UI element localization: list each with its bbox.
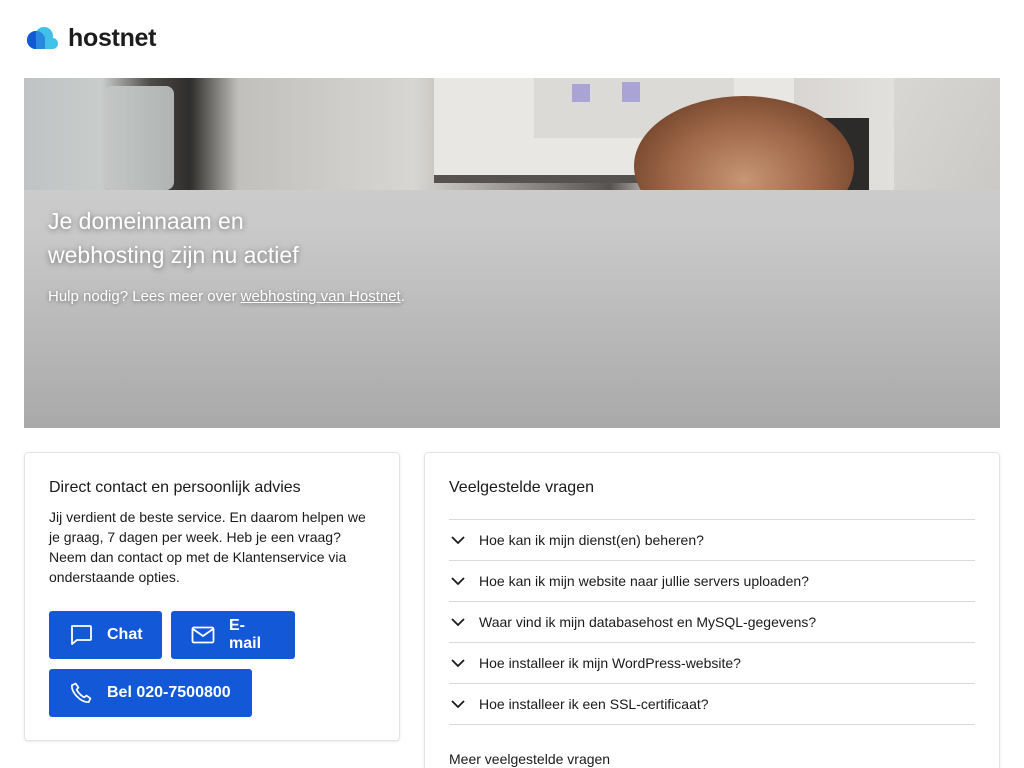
chat-button[interactable]: Chat xyxy=(49,611,162,659)
phone-icon xyxy=(70,682,92,704)
more-faq-link[interactable]: Meer veelgestelde vragen xyxy=(449,751,975,767)
chevron-down-icon xyxy=(449,695,467,713)
chevron-down-icon xyxy=(449,572,467,590)
email-label: E-mail xyxy=(229,617,262,652)
call-button[interactable]: Bel 020-7500800 xyxy=(49,669,252,717)
faq-item-label: Waar vind ik mijn databasehost en MySQL-… xyxy=(479,614,817,630)
faq-item-label: Hoe kan ik mijn dienst(en) beheren? xyxy=(479,532,704,548)
chevron-down-icon xyxy=(449,654,467,672)
brand-name[interactable]: hostnet xyxy=(68,24,156,53)
faq-item-label: Hoe kan ik mijn website naar jullie serv… xyxy=(479,573,809,589)
faq-card: Veelgestelde vragen Hoe kan ik mijn dien… xyxy=(424,452,1000,768)
hero-title-line1: Je domeinnaam en xyxy=(48,208,244,234)
hero-photo xyxy=(24,78,1000,190)
contact-card: Direct contact en persoonlijk advies Jij… xyxy=(24,452,400,741)
contact-title: Direct contact en persoonlijk advies xyxy=(49,479,301,496)
site-header: hostnet xyxy=(24,22,156,54)
faq-item-label: Hoe installeer ik een SSL-certificaat? xyxy=(479,696,709,712)
hero-title: Je domeinnaam en webhosting zijn nu acti… xyxy=(48,204,368,272)
faq-item[interactable]: Hoe kan ik mijn website naar jullie serv… xyxy=(449,561,975,602)
chevron-down-icon xyxy=(449,613,467,631)
hero-title-line2: webhosting zijn nu actief xyxy=(48,242,299,268)
faq-item[interactable]: Hoe installeer ik een SSL-certificaat? xyxy=(449,684,975,725)
chat-bubble-icon xyxy=(71,625,92,645)
contact-body: Jij verdient de beste service. En daarom… xyxy=(49,509,366,585)
hero-subtitle: Hulp nodig? Lees meer over webhosting va… xyxy=(48,288,405,305)
chevron-down-icon xyxy=(449,531,467,549)
webhosting-link[interactable]: webhosting van Hostnet xyxy=(241,288,401,305)
contact-buttons: Chat E-mail xyxy=(49,611,375,659)
hero-banner: Je domeinnaam en webhosting zijn nu acti… xyxy=(24,78,1000,428)
envelope-icon xyxy=(191,626,215,644)
faq-item[interactable]: Waar vind ik mijn databasehost en MySQL-… xyxy=(449,602,975,643)
hero-sub-prefix: Hulp nodig? Lees meer over xyxy=(48,288,241,305)
hero-text: Je domeinnaam en webhosting zijn nu acti… xyxy=(48,204,405,305)
chat-label: Chat xyxy=(107,626,143,643)
faq-title: Veelgestelde vragen xyxy=(449,479,594,496)
faq-item[interactable]: Hoe installeer ik mijn WordPress-website… xyxy=(449,643,975,684)
call-label: Bel 020-7500800 xyxy=(107,684,231,701)
hero-sub-suffix: . xyxy=(400,288,405,305)
email-button[interactable]: E-mail xyxy=(171,611,295,659)
faq-list: Hoe kan ik mijn dienst(en) beheren? Hoe … xyxy=(449,519,975,725)
faq-item-label: Hoe installeer ik mijn WordPress-website… xyxy=(479,655,741,671)
faq-item[interactable]: Hoe kan ik mijn dienst(en) beheren? xyxy=(449,520,975,561)
hostnet-cloud-logo-icon[interactable] xyxy=(24,26,60,50)
